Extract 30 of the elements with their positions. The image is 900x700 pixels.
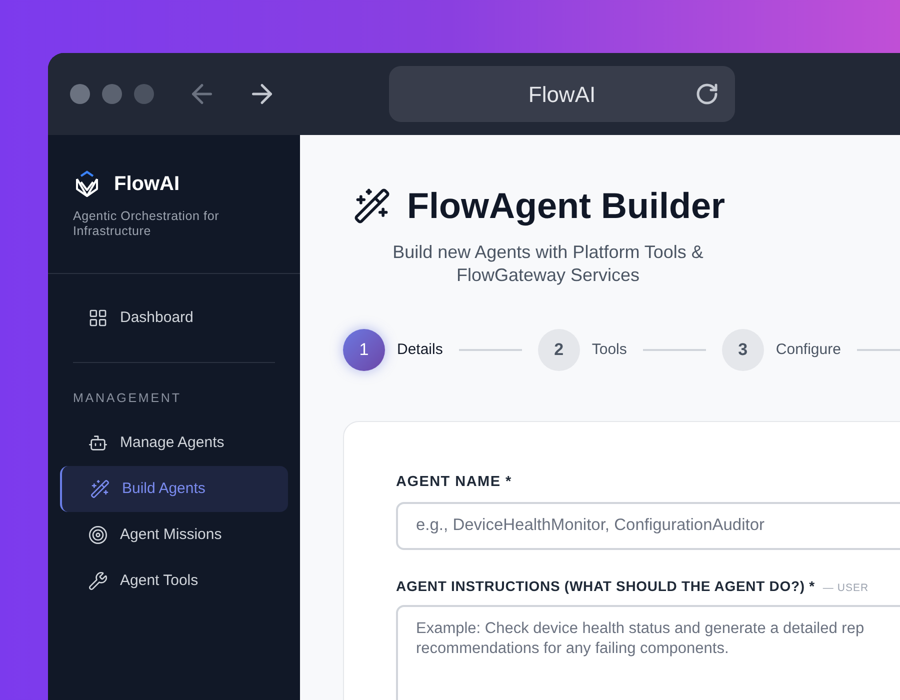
step-indicator[interactable]: 1 Details [343, 329, 443, 371]
dashboard-icon [88, 308, 108, 328]
field-label: AGENT INSTRUCTIONS (WHAT SHOULD THE AGENT DO?) * [396, 576, 815, 596]
step-indicator[interactable]: 3 Configure [722, 329, 841, 371]
magic-wand-icon [353, 187, 391, 225]
brand-tagline: Agentic Orchestration for Infrastructure [73, 209, 220, 239]
robot-icon [88, 432, 108, 453]
instructions-field[interactable]: Example: Check device health status and generate a detailed rep recommendations for any failing components. [396, 604, 900, 700]
sidebar-item[interactable]: Build Agents [60, 466, 288, 512]
sidebar-item[interactable]: Manage Agents [60, 420, 288, 466]
target-icon [88, 524, 108, 545]
step-indicator[interactable]: 2 Tools [538, 329, 627, 371]
logo-icon [73, 170, 101, 198]
page-subtitle: Build new Agents with Platform Tools & FlowGateway Services [392, 241, 704, 287]
address-bar[interactable]: FlowAI [389, 66, 735, 122]
sidebar-item[interactable]: Agent Tools [60, 558, 288, 604]
reload-icon[interactable] [695, 82, 719, 106]
window-control-icon[interactable] [70, 84, 90, 104]
magic-wand-icon [90, 478, 110, 499]
wrench-icon [88, 570, 108, 591]
sidebar-item[interactable]: Dashboard [60, 295, 288, 341]
window-control-icon[interactable] [134, 84, 154, 104]
window-control-icon[interactable] [102, 84, 122, 104]
field-hint: — USER [822, 580, 869, 596]
field-label: AGENT NAME * [396, 473, 513, 492]
page-title: FlowAgent Builder [407, 184, 725, 228]
section-heading: MANAGEMENT [73, 390, 182, 407]
brand-name: FlowAI [114, 172, 180, 197]
agent-name-field[interactable]: e.g., DeviceHealthMonitor, ConfigurationAuditor [396, 502, 900, 550]
sidebar-item[interactable]: Agent Missions [60, 512, 288, 558]
